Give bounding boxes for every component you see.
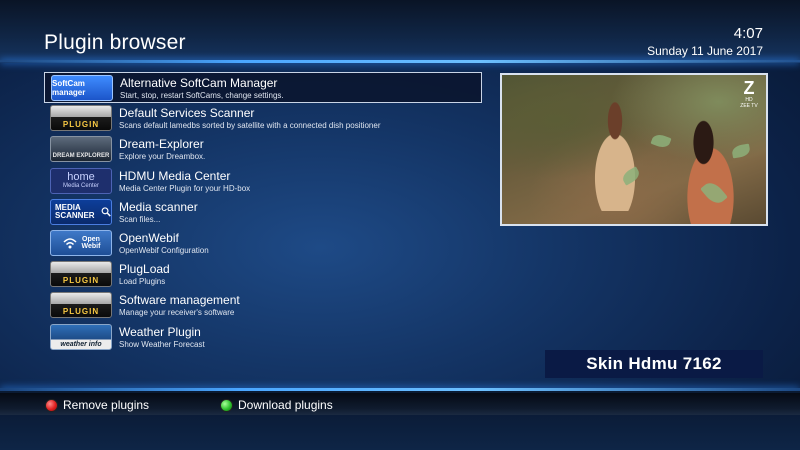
clock-date: Sunday 11 June 2017 xyxy=(647,44,763,58)
red-button-icon xyxy=(45,398,58,412)
remove-plugins-label: Remove plugins xyxy=(63,398,150,412)
remove-plugins-button[interactable]: Remove plugins xyxy=(45,398,149,412)
plugin-row-default-services-scanner[interactable]: PLUGIN Default Services Scanner Scans de… xyxy=(44,103,482,134)
plugin-description: Show Weather Forecast xyxy=(119,339,205,349)
plugin-row-hdmu-media-center[interactable]: home Media Center HDMU Media Center Medi… xyxy=(44,166,482,197)
plugin-name: HDMU Media Center xyxy=(119,168,231,183)
video-figure xyxy=(580,101,650,211)
plugin-description: Scan files... xyxy=(119,214,161,224)
plugin-row-alternative-softcam-manager[interactable]: SoftCam manager Alternative SoftCam Mana… xyxy=(44,72,482,104)
softcam-manager-icon: SoftCam manager xyxy=(51,75,113,101)
plugin-row-media-scanner[interactable]: MEDIA SCANNER Media scanner Scan files..… xyxy=(44,197,482,228)
plugin-row-weather-plugin[interactable]: weather info Weather Plugin Show Weather… xyxy=(44,322,482,353)
weather-info-icon: weather info xyxy=(50,323,112,350)
wifi-signal-icon xyxy=(63,238,77,249)
tv-screen: Plugin browser 4:07 Sunday 11 June 2017 … xyxy=(0,0,800,450)
plugin-name: Software management xyxy=(119,293,240,308)
plugin-name: OpenWebif xyxy=(119,230,179,245)
video-preview: Z HD ZEE TV xyxy=(500,73,768,226)
home-media-center-icon: home Media Center xyxy=(50,167,112,194)
plugin-description: Start, stop, restart SoftCams, change se… xyxy=(120,91,284,100)
video-figure xyxy=(672,115,742,224)
video-frame: Z HD ZEE TV xyxy=(502,75,766,224)
channel-logo: Z HD ZEE TV xyxy=(740,78,758,109)
plugin-row-dream-explorer[interactable]: DREAM EXPLORER Dream-Explorer Explore yo… xyxy=(44,134,482,165)
plugin-name: Alternative SoftCam Manager xyxy=(120,76,278,90)
download-plugins-label: Download plugins xyxy=(238,398,333,412)
dream-explorer-icon: DREAM EXPLORER xyxy=(50,136,112,163)
plugin-description: OpenWebif Configuration xyxy=(119,245,209,255)
plugin-description: Manage your receiver's software xyxy=(119,308,235,318)
page-title: Plugin browser xyxy=(44,31,186,54)
openwebif-icon: Open Webif xyxy=(50,229,112,256)
plugin-name: Weather Plugin xyxy=(119,324,201,339)
plugin-name: Dream-Explorer xyxy=(119,137,204,152)
plugin-description: Load Plugins xyxy=(119,277,166,287)
clock-time: 4:07 xyxy=(733,25,763,42)
plugin-name: Default Services Scanner xyxy=(119,106,255,121)
plugin-icon: PLUGIN xyxy=(50,261,112,288)
plugin-row-plugload[interactable]: PLUGIN PlugLoad Load Plugins xyxy=(44,259,482,290)
green-button-icon xyxy=(220,398,233,412)
plugin-icon: PLUGIN xyxy=(50,105,112,132)
header-divider xyxy=(0,60,800,63)
magnifier-icon xyxy=(101,207,111,217)
plugin-name: Media scanner xyxy=(119,199,198,214)
plugin-description: Explore your Dreambox. xyxy=(119,152,206,162)
plugin-description: Media Center Plugin for your HD-box xyxy=(119,183,251,193)
plugin-icon: PLUGIN xyxy=(50,292,112,319)
media-scanner-icon: MEDIA SCANNER xyxy=(50,198,112,225)
plugin-row-openwebif[interactable]: Open Webif OpenWebif OpenWebif Configura… xyxy=(44,228,482,259)
skin-label: Skin Hdmu 7162 xyxy=(545,350,763,378)
plugin-description: Scans default lamedbs sorted by satellit… xyxy=(119,121,381,131)
plugin-row-software-management[interactable]: PLUGIN Software management Manage your r… xyxy=(44,290,482,321)
plugin-list: SoftCam manager Alternative SoftCam Mana… xyxy=(44,72,482,353)
leaf-decoration xyxy=(650,132,672,150)
download-plugins-button[interactable]: Download plugins xyxy=(220,398,333,412)
plugin-name: PlugLoad xyxy=(119,262,170,277)
